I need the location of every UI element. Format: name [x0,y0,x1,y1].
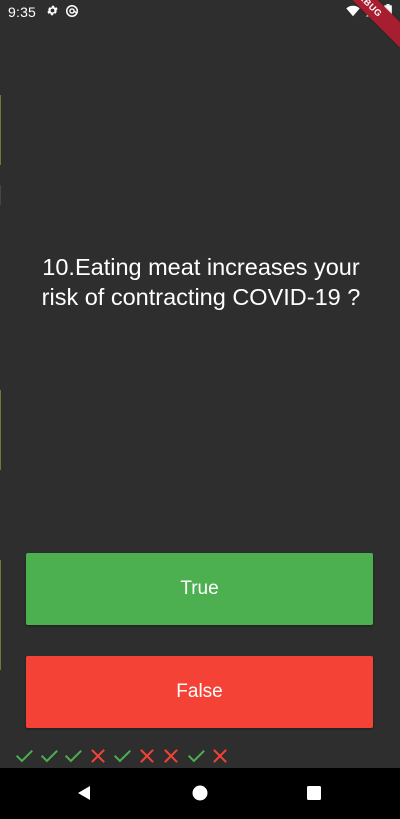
recents-icon[interactable] [303,782,325,804]
close-icon [159,744,184,768]
check-icon [184,744,209,768]
check-icon [61,744,86,768]
at-sync-icon [65,4,79,21]
check-icon [37,744,62,768]
edge-mark [0,390,1,470]
check-icon [12,744,37,768]
close-icon [135,744,160,768]
gear-icon [46,4,59,20]
home-icon[interactable] [189,782,211,804]
question-text: 10.Eating meat increases your risk of co… [41,254,361,310]
score-keeper [12,744,233,768]
status-time: 9:35 [8,4,37,20]
edge-mark [0,185,1,205]
back-icon[interactable] [73,782,95,804]
status-icons-left [46,4,79,21]
close-icon [208,744,233,768]
edge-mark [0,95,1,165]
true-button[interactable]: True [26,553,373,625]
navigation-bar [0,768,400,819]
status-bar: 9:35 DEBUG [0,0,400,52]
quiz-screen: 9:35 DEBUG 10.Eating meat increases your… [0,0,400,819]
edge-mark [0,560,1,670]
false-button[interactable]: False [26,656,373,728]
check-icon [110,744,135,768]
close-icon [86,744,111,768]
